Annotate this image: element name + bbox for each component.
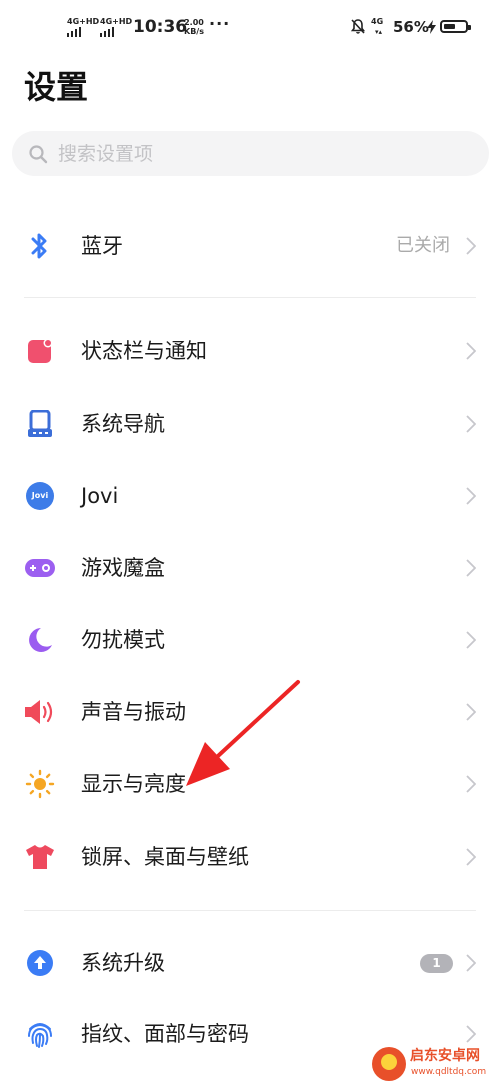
fingerprint-icon xyxy=(24,1018,56,1050)
settings-item-label: 锁屏、桌面与壁纸 xyxy=(81,845,249,869)
chevron-right-icon xyxy=(466,775,477,797)
settings-item-label: 蓝牙 xyxy=(81,234,123,258)
settings-item-label: 指纹、面部与密码 xyxy=(81,1022,249,1046)
battery-percent: 56% xyxy=(393,18,429,36)
settings-item-bluetooth[interactable]: 蓝牙 已关闭 xyxy=(0,210,500,282)
settings-item-label: Jovi xyxy=(81,484,119,508)
divider xyxy=(24,910,476,911)
moon-icon xyxy=(24,624,56,656)
data-indicator: 4G ▾▴ xyxy=(371,17,384,37)
settings-item-label: 显示与亮度 xyxy=(81,772,186,796)
settings-item-system-navigation[interactable]: 系统导航 xyxy=(0,388,500,460)
notification-icon xyxy=(24,335,56,367)
navigation-icon xyxy=(24,408,56,440)
settings-item-system-upgrade[interactable]: 系统升级 1 xyxy=(0,927,500,999)
network-type-label: 4G+HD xyxy=(100,17,133,26)
chevron-right-icon xyxy=(466,848,477,870)
network-type-label: 4G xyxy=(371,17,384,26)
bluetooth-icon xyxy=(24,230,56,262)
status-bar: 4G+HD 4G+HD 10:36 2.00 KB/s ··· 4G ▾▴ 56… xyxy=(0,0,500,56)
more-notifications-icon: ··· xyxy=(209,14,231,33)
network-speed-value: 2.00 xyxy=(184,18,204,27)
divider xyxy=(24,297,476,298)
gamepad-icon xyxy=(24,552,56,584)
chevron-right-icon xyxy=(466,237,477,259)
data-arrows-icon: ▾▴ xyxy=(375,28,383,36)
clock: 10:36 xyxy=(133,17,188,37)
settings-item-label: 勿扰模式 xyxy=(81,628,165,652)
network-speed-unit: KB/s xyxy=(184,27,204,36)
update-count-badge: 1 xyxy=(420,954,453,973)
settings-item-label: 系统升级 xyxy=(81,951,165,975)
watermark-url: www.qdltdq.com xyxy=(411,1067,487,1077)
search-input[interactable] xyxy=(58,131,458,176)
network-type-label: 4G+HD xyxy=(67,17,100,26)
settings-item-display-brightness[interactable]: 显示与亮度 xyxy=(0,748,500,820)
jovi-icon: Jovi xyxy=(24,480,56,512)
chevron-right-icon xyxy=(466,559,477,581)
search-icon xyxy=(28,144,48,168)
settings-item-label: 系统导航 xyxy=(81,412,165,436)
sun-icon xyxy=(24,768,56,800)
settings-item-label: 声音与振动 xyxy=(81,700,186,724)
settings-item-status-bar-notifications[interactable]: 状态栏与通知 xyxy=(0,315,500,387)
silent-bell-icon xyxy=(350,18,366,39)
chevron-right-icon xyxy=(466,703,477,725)
upgrade-icon xyxy=(24,947,56,979)
bluetooth-status: 已关闭 xyxy=(396,235,450,256)
jovi-icon-text: Jovi xyxy=(26,482,54,510)
chevron-right-icon xyxy=(466,631,477,653)
charging-icon xyxy=(427,19,436,38)
watermark-logo: 启东安卓网 www.qdltdq.com xyxy=(372,1043,500,1084)
search-bar[interactable] xyxy=(12,131,489,176)
network-speed: 2.00 KB/s xyxy=(184,18,204,36)
page-title: 设置 xyxy=(24,68,89,106)
settings-item-lockscreen-wallpaper[interactable]: 锁屏、桌面与壁纸 xyxy=(0,821,500,893)
chevron-right-icon xyxy=(466,487,477,509)
signal-indicator-1: 4G+HD xyxy=(67,18,99,37)
watermark-icon xyxy=(372,1047,406,1081)
settings-item-game-box[interactable]: 游戏魔盒 xyxy=(0,532,500,604)
settings-item-label: 状态栏与通知 xyxy=(81,339,207,363)
settings-item-sound-vibration[interactable]: 声音与振动 xyxy=(0,676,500,748)
settings-item-jovi[interactable]: Jovi Jovi xyxy=(0,460,500,532)
watermark-name: 启东安卓网 xyxy=(410,1048,480,1064)
settings-item-do-not-disturb[interactable]: 勿扰模式 xyxy=(0,604,500,676)
tshirt-icon xyxy=(24,841,56,873)
chevron-right-icon xyxy=(466,954,477,976)
signal-indicator-2: 4G+HD xyxy=(100,18,132,37)
battery-icon xyxy=(440,20,471,33)
chevron-right-icon xyxy=(466,415,477,437)
settings-item-label: 游戏魔盒 xyxy=(81,556,165,580)
chevron-right-icon xyxy=(466,342,477,364)
speaker-icon xyxy=(24,696,56,728)
